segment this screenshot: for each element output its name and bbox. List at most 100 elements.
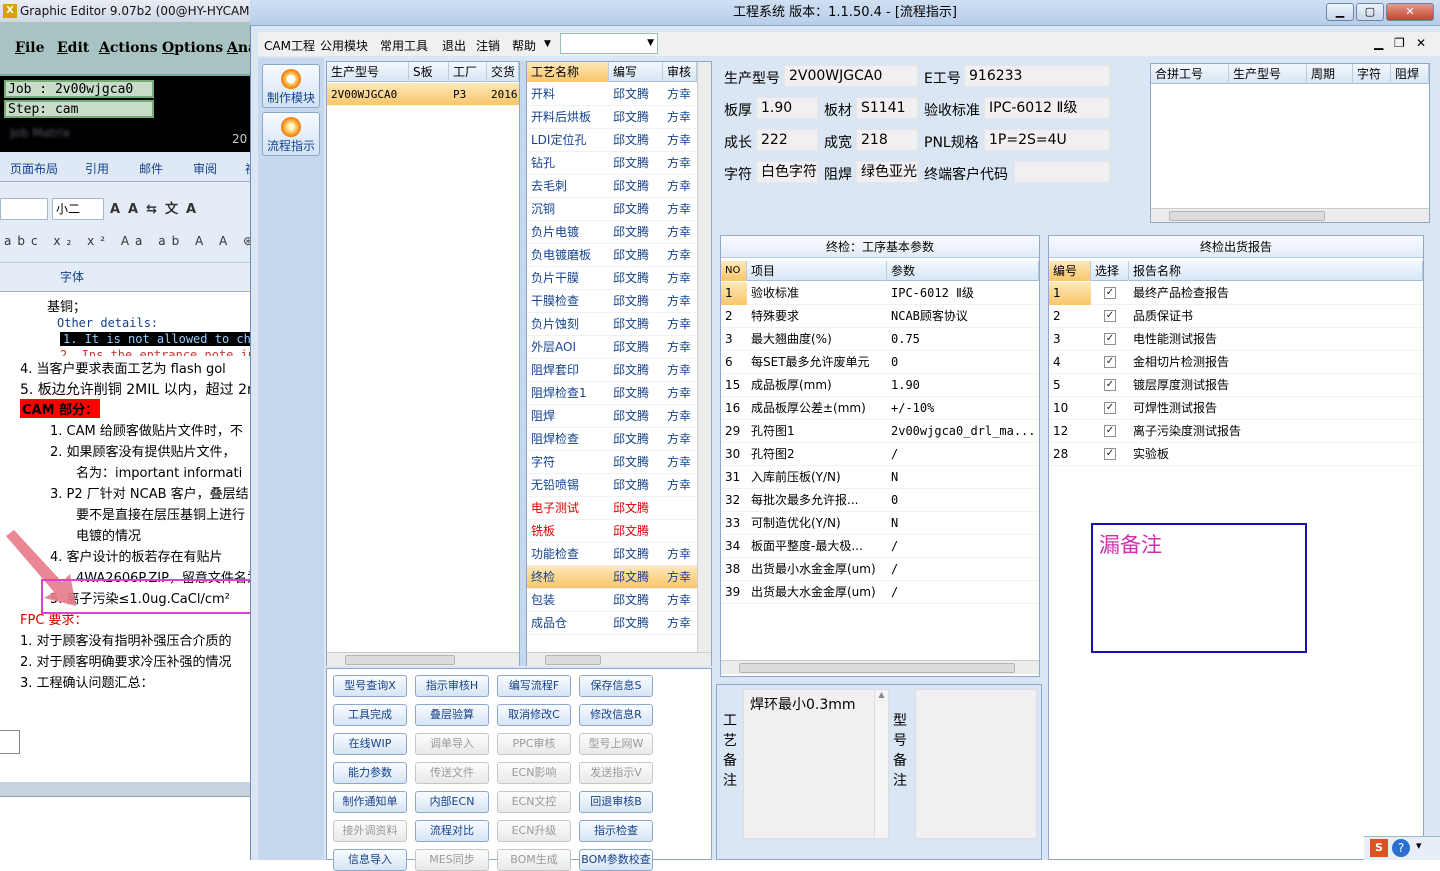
process-row[interactable]: 阻焊检查1 邱文腾 方幸 — [527, 382, 697, 405]
report-row[interactable]: 2 ✓ 品质保证书 — [1049, 305, 1423, 328]
process-row[interactable]: 去毛刺 邱文腾 方幸 — [527, 175, 697, 198]
process-row[interactable]: 负片电镀 邱文腾 方幸 — [527, 221, 697, 244]
process-row[interactable]: 负片干膜 邱文腾 方幸 — [527, 267, 697, 290]
action-button[interactable]: 回退审核B — [579, 791, 653, 813]
process-row[interactable]: 阻焊 邱文腾 方幸 — [527, 405, 697, 428]
col-merge-model[interactable]: 生产型号 — [1229, 64, 1307, 84]
menu-combo[interactable]: ▼ — [560, 33, 658, 54]
action-button[interactable]: 在线WIP — [333, 733, 407, 755]
param-row[interactable]: 30 孔符图2 / — [721, 443, 1039, 466]
menu-public[interactable]: 公用模块 — [320, 37, 368, 54]
field-model[interactable]: 2V00WJGCA0 — [784, 65, 918, 87]
report-row[interactable]: 12 ✓ 离子污染度测试报告 — [1049, 420, 1423, 443]
font-size-select[interactable]: 小二 — [52, 198, 104, 220]
minimize-button[interactable]: ▁ — [1326, 3, 1354, 21]
col-merge-week[interactable]: 周期 — [1307, 64, 1353, 84]
report-checkbox[interactable]: ✓ — [1104, 448, 1116, 460]
ime-icon[interactable]: S — [1370, 839, 1388, 857]
report-checkbox[interactable]: ✓ — [1104, 379, 1116, 391]
action-button[interactable]: 调单导入 — [415, 733, 489, 755]
col-writer[interactable]: 编写 — [609, 62, 663, 82]
process-row[interactable]: 成品仓 邱文腾 方幸 — [527, 612, 697, 635]
action-button[interactable]: 能力参数 — [333, 762, 407, 784]
action-button[interactable]: 指示检查 — [579, 820, 653, 842]
param-row[interactable]: 39 出货最大水金金厚(um) / — [721, 581, 1039, 604]
ge-menu-actions[interactable]: Actions — [99, 40, 158, 56]
action-button[interactable]: 信息导入 — [333, 849, 407, 871]
param-row[interactable]: 2 特殊要求 NCAB顾客协议 — [721, 305, 1039, 328]
word-tab-references[interactable]: 引用 — [85, 160, 109, 177]
report-checkbox[interactable]: ✓ — [1104, 310, 1116, 322]
font-grow-shrink-icons[interactable]: AA⇆文A — [110, 198, 240, 220]
report-row[interactable]: 3 ✓ 电性能测试报告 — [1049, 328, 1423, 351]
report-row[interactable]: 5 ✓ 镀层厚度测试报告 — [1049, 374, 1423, 397]
word-tab-mailings[interactable]: 邮件 — [139, 160, 163, 177]
nav-process-guide[interactable]: ॥ 流程指示 — [262, 112, 320, 156]
field-customer[interactable] — [1014, 161, 1110, 183]
field-mask[interactable]: 绿色亚光 — [856, 161, 918, 183]
param-row[interactable]: 1 验收标准 IPC-6012 Ⅱ级 — [721, 282, 1039, 305]
field-material[interactable]: S1141 — [856, 97, 918, 119]
action-button[interactable]: BOM生成 — [497, 849, 571, 871]
orders-hscroll[interactable] — [327, 652, 519, 666]
action-button[interactable]: ECN影响 — [497, 762, 571, 784]
action-button[interactable]: 叠层验算 — [415, 704, 489, 726]
report-checkbox[interactable]: ✓ — [1104, 333, 1116, 345]
report-row[interactable]: 28 ✓ 实验板 — [1049, 443, 1423, 466]
font-name-select[interactable] — [0, 198, 48, 220]
param-row[interactable]: 31 入库前压板(Y/N) N — [721, 466, 1039, 489]
process-row[interactable]: 沉铜 邱文腾 方幸 — [527, 198, 697, 221]
field-standard[interactable]: IPC-6012 Ⅱ级 — [984, 97, 1110, 119]
process-notes-field[interactable]: 焊环最小0.3mm ▲ — [743, 689, 889, 839]
action-button[interactable]: 取消修改C — [497, 704, 571, 726]
report-row[interactable]: 4 ✓ 金相切片检测报告 — [1049, 351, 1423, 374]
menu-tools[interactable]: 常用工具 — [380, 37, 428, 54]
field-thickness[interactable]: 1.90 — [756, 97, 818, 119]
report-checkbox[interactable]: ✓ — [1104, 402, 1116, 414]
menu-dropdown-icon[interactable]: ▼ — [544, 39, 551, 49]
param-row[interactable]: 6 每SET最多允许废单元 0 — [721, 351, 1039, 374]
process-row[interactable]: 电子测试 邱文腾 — [527, 497, 697, 520]
col-merge-char[interactable]: 字符 — [1353, 64, 1391, 84]
params-hscroll[interactable] — [721, 660, 1039, 674]
action-button[interactable]: ECN文控 — [497, 791, 571, 813]
mdi-minimize-icon[interactable]: ▁ — [1374, 36, 1383, 50]
process-row[interactable]: 干膜检查 邱文腾 方幸 — [527, 290, 697, 313]
ge-menu-edit[interactable]: Edit — [57, 40, 89, 56]
col-select[interactable]: 选择 — [1091, 261, 1129, 281]
menu-cam[interactable]: CAM工程 — [264, 37, 315, 54]
process-row[interactable]: 外层AOI 邱文腾 方幸 — [527, 336, 697, 359]
action-button[interactable]: 修改信息R — [579, 704, 653, 726]
col-param[interactable]: 参数 — [887, 261, 1039, 281]
ge-menu-options[interactable]: Options — [162, 40, 223, 56]
action-button[interactable]: 发送指示V — [579, 762, 653, 784]
param-row[interactable]: 16 成品板厚公差±(mm) +/-10% — [721, 397, 1039, 420]
col-report-name[interactable]: 报告名称 — [1129, 261, 1423, 281]
col-s-board[interactable]: S板 — [409, 62, 449, 82]
process-row[interactable]: LDI定位孔 邱文腾 方幸 — [527, 129, 697, 152]
param-row[interactable]: 15 成品板厚(mm) 1.90 — [721, 374, 1039, 397]
param-row[interactable]: 32 每批次最多允许报... 0 — [721, 489, 1039, 512]
action-button[interactable]: 编写流程F — [497, 675, 571, 697]
action-button[interactable]: 传送文件 — [415, 762, 489, 784]
action-button[interactable]: 保存信息S — [579, 675, 653, 697]
action-button[interactable]: 流程对比 — [415, 820, 489, 842]
action-button[interactable]: MES同步 — [415, 849, 489, 871]
action-button[interactable]: 内部ECN — [415, 791, 489, 813]
process-row[interactable]: 终检 邱文腾 方幸 — [527, 566, 697, 589]
process-row[interactable]: 无铅喷锡 邱文腾 方幸 — [527, 474, 697, 497]
nav-make-module[interactable]: ● 制作模块 — [262, 64, 320, 108]
col-reviewer[interactable]: 审核 — [663, 62, 697, 82]
col-no[interactable]: NO — [721, 261, 747, 281]
report-row[interactable]: 10 ✓ 可焊性测试报告 — [1049, 397, 1423, 420]
action-button[interactable]: 制作通知单 — [333, 791, 407, 813]
field-length[interactable]: 222 — [756, 129, 818, 151]
report-checkbox[interactable]: ✓ — [1104, 425, 1116, 437]
process-row[interactable]: 铣板 邱文腾 — [527, 520, 697, 543]
col-factory[interactable]: 工厂 — [449, 62, 487, 82]
process-row[interactable]: 钻孔 邱文腾 方幸 — [527, 152, 697, 175]
table-row[interactable]: 2V00WJGCA0 P3 2016 — [327, 83, 519, 106]
help-icon[interactable]: ? — [1392, 839, 1410, 857]
process-vscroll[interactable] — [697, 62, 711, 652]
param-row[interactable]: 33 可制造优化(Y/N) N — [721, 512, 1039, 535]
